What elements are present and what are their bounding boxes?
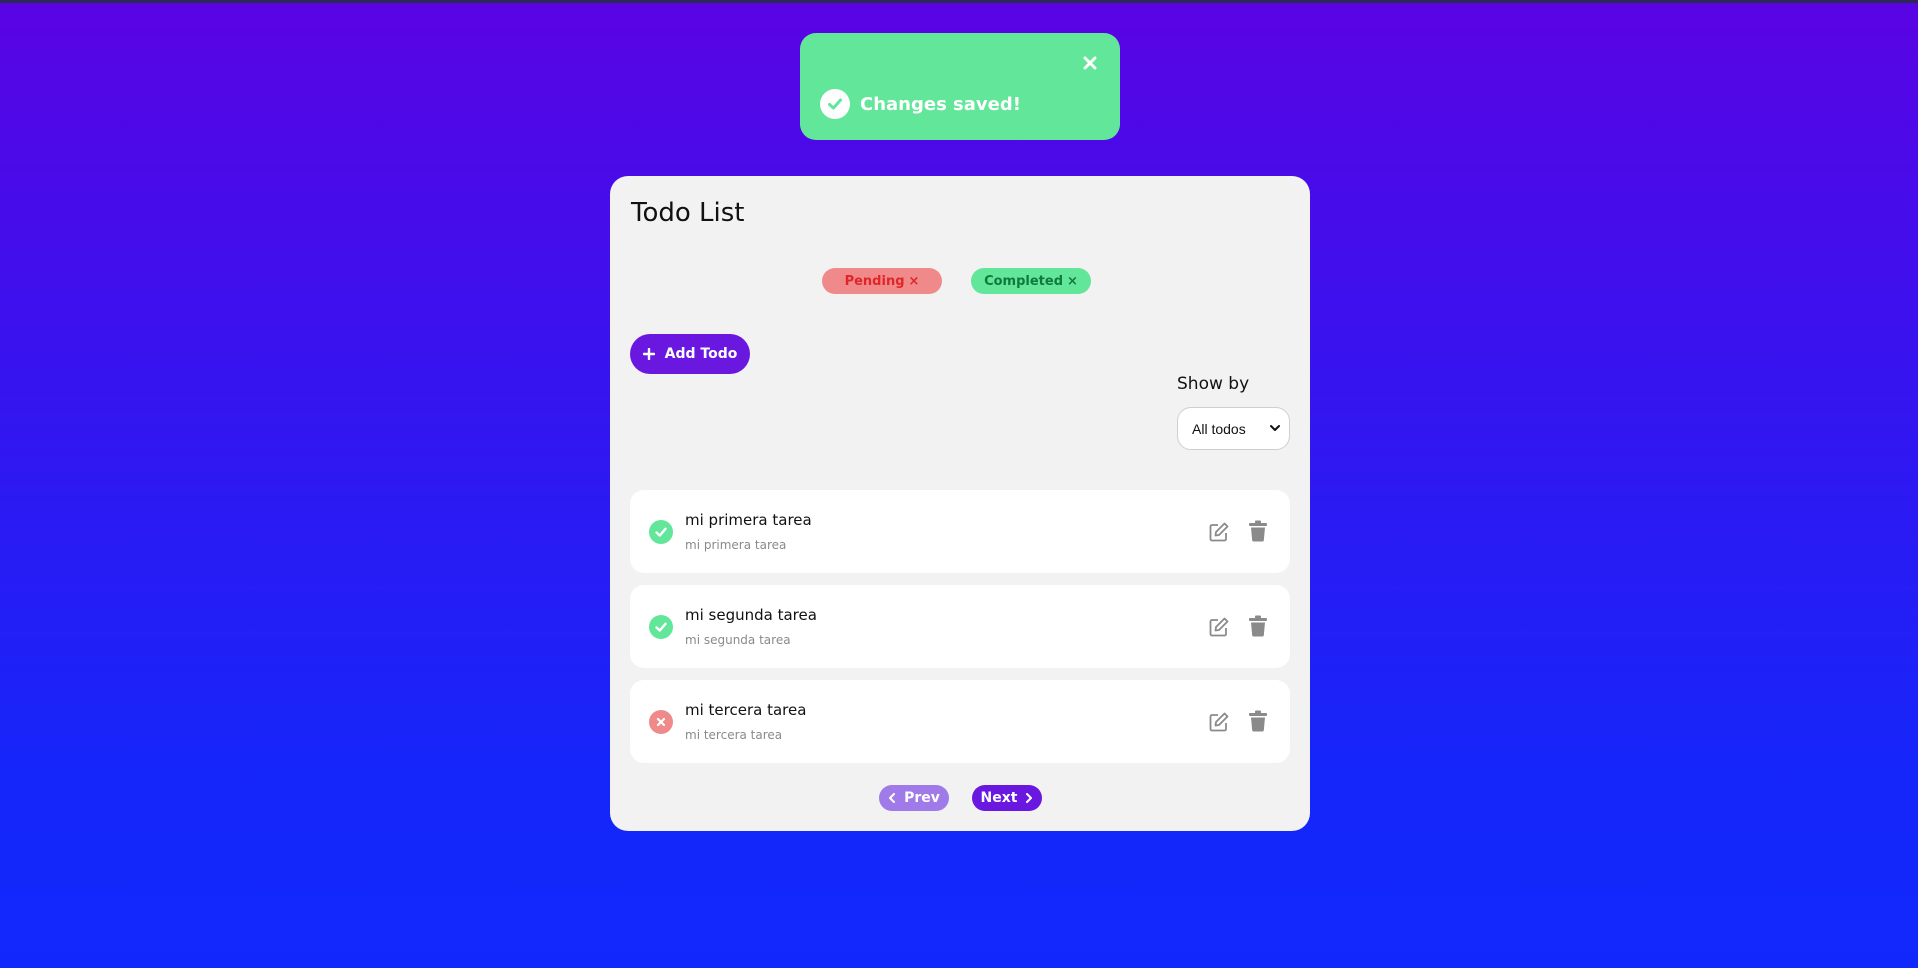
todo-title: mi tercera tarea <box>685 701 807 719</box>
trash-icon[interactable] <box>1248 615 1268 637</box>
toast-notification: Changes saved! <box>800 33 1120 140</box>
window-top-border <box>0 0 1918 3</box>
check-icon <box>655 527 667 537</box>
plus-icon <box>642 348 655 360</box>
status-toggle-completed[interactable] <box>649 615 673 639</box>
show-by-selected-value: All todos <box>1192 420 1246 437</box>
prev-page-button[interactable]: Prev <box>879 785 949 811</box>
edit-icon[interactable] <box>1208 711 1230 733</box>
check-icon <box>655 622 667 632</box>
todo-card: Todo List Pending × Completed × Add Todo… <box>610 176 1310 831</box>
todo-item: mi tercera tarea mi tercera tarea <box>630 680 1290 763</box>
status-toggle-completed[interactable] <box>649 520 673 544</box>
status-toggle-pending[interactable] <box>649 710 673 734</box>
filter-chip-completed[interactable]: Completed × <box>971 268 1091 294</box>
chevron-down-icon <box>1270 425 1280 431</box>
add-todo-button[interactable]: Add Todo <box>630 334 750 374</box>
todo-item: mi segunda tarea mi segunda tarea <box>630 585 1290 668</box>
filter-chip-completed-label: Completed <box>984 273 1064 289</box>
remove-icon: × <box>908 273 920 289</box>
edit-icon[interactable] <box>1208 521 1230 543</box>
todo-title: mi primera tarea <box>685 511 812 529</box>
close-icon <box>1083 56 1097 70</box>
todo-description: mi tercera tarea <box>685 728 783 742</box>
todo-description: mi segunda tarea <box>685 633 791 647</box>
x-icon <box>656 717 666 727</box>
show-by-select[interactable]: All todos <box>1177 407 1290 450</box>
check-circle-icon <box>820 89 850 119</box>
remove-icon: × <box>1067 273 1078 289</box>
next-page-button[interactable]: Next <box>972 785 1042 811</box>
chevron-left-icon <box>889 793 896 803</box>
filter-chip-pending[interactable]: Pending × <box>822 268 942 294</box>
todo-description: mi primera tarea <box>685 538 787 552</box>
add-todo-label: Add Todo <box>664 346 738 362</box>
filter-chip-pending-label: Pending <box>844 273 905 289</box>
next-page-label: Next <box>980 790 1018 806</box>
edit-icon[interactable] <box>1208 616 1230 638</box>
todo-item: mi primera tarea mi primera tarea <box>630 490 1290 573</box>
todo-title: mi segunda tarea <box>685 606 817 624</box>
toast-message: Changes saved! <box>860 94 1021 115</box>
chevron-right-icon <box>1026 793 1033 803</box>
trash-icon[interactable] <box>1248 520 1268 542</box>
prev-page-label: Prev <box>904 790 940 806</box>
page-title: Todo List <box>631 198 745 228</box>
trash-icon[interactable] <box>1248 710 1268 732</box>
show-by-label: Show by <box>1177 374 1250 394</box>
toast-close-button[interactable] <box>1076 49 1104 77</box>
